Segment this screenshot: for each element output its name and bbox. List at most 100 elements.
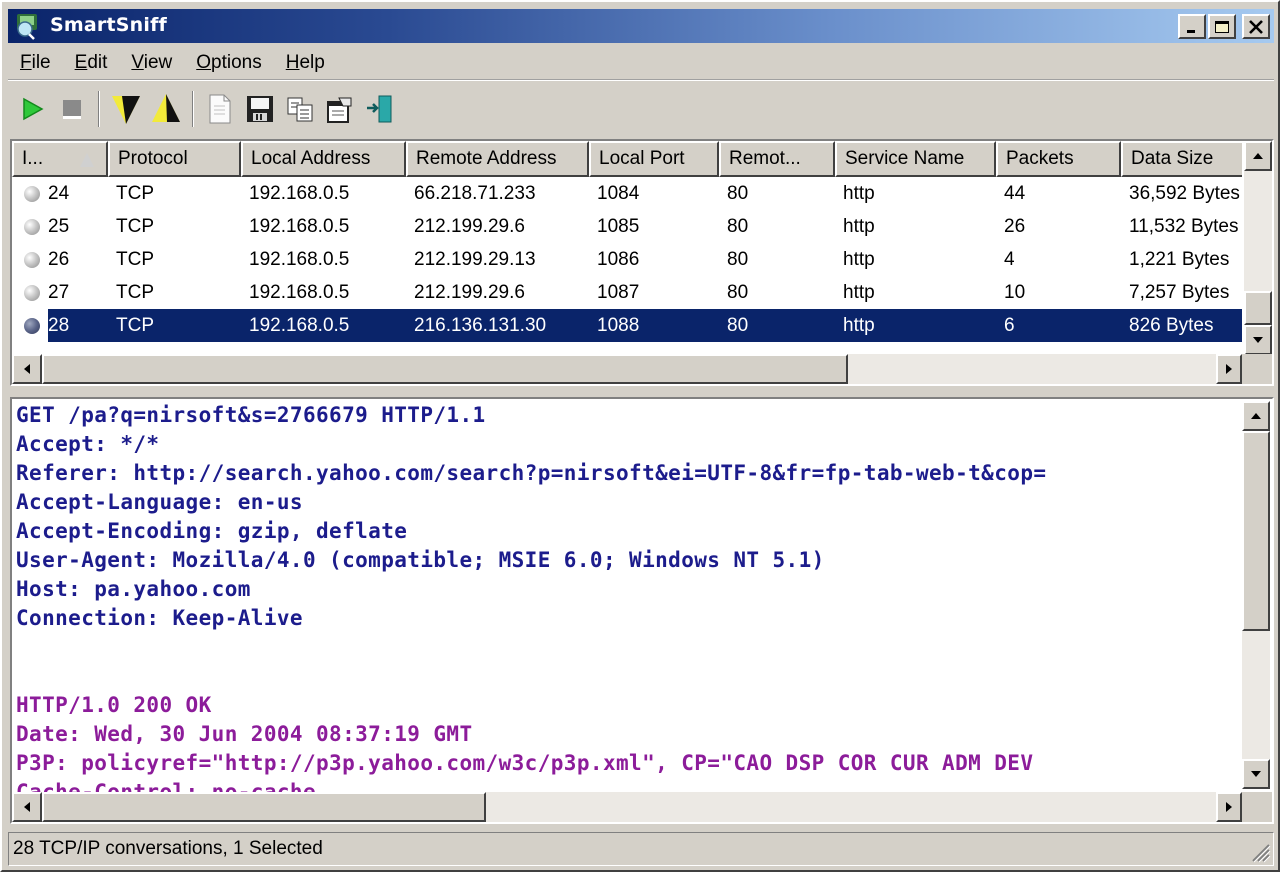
new-document-button[interactable]: [200, 89, 240, 129]
list-horizontal-scroll-track[interactable]: [848, 354, 1218, 384]
list-horizontal-scroll-thumb[interactable]: [42, 354, 848, 384]
filter-down-button[interactable]: [106, 89, 146, 129]
menu-edit[interactable]: Edit: [63, 52, 120, 74]
stream-scroll-down-button[interactable]: [1242, 759, 1270, 789]
stream-scroll-up-button[interactable]: [1242, 401, 1270, 431]
list-scroll-up-button[interactable]: [1244, 141, 1272, 171]
cell-data-size: 1,221 Bytes: [1129, 248, 1230, 270]
maximize-icon: [1215, 20, 1229, 33]
cell-remote-port: 80: [727, 215, 749, 237]
list-scroll-right-button[interactable]: [1216, 354, 1242, 384]
list-scroll-left-button[interactable]: [12, 354, 42, 384]
cell-local-address: 192.168.0.5: [249, 248, 350, 270]
column-label: Service Name: [845, 148, 965, 169]
stream-vertical-scroll-thumb[interactable]: [1242, 431, 1270, 631]
column-header-local-port[interactable]: Local Port: [589, 141, 719, 177]
cell-remote-address: 212.199.29.6: [414, 215, 525, 237]
menu-help[interactable]: Help: [274, 52, 337, 74]
menu-label-rest: dit: [87, 51, 108, 73]
conversations-list[interactable]: I... Protocol Local Address Remote Addre…: [10, 139, 1274, 386]
column-header-packets[interactable]: Packets: [996, 141, 1121, 177]
stream-scroll-left-button[interactable]: [12, 792, 42, 822]
copy-icon: [287, 97, 313, 122]
column-label: Remote Address: [416, 148, 557, 169]
column-label: Data Size: [1131, 148, 1214, 169]
menu-view[interactable]: View: [119, 52, 184, 74]
exit-button[interactable]: [360, 89, 400, 129]
filter-up-button[interactable]: [146, 89, 186, 129]
cell-protocol: TCP: [116, 248, 154, 270]
play-icon: [23, 97, 44, 121]
request-line: [16, 633, 1240, 662]
table-row[interactable]: 27 TCP 192.168.0.5 212.199.29.6 1087 80 http 10…: [12, 276, 1242, 309]
menu-file[interactable]: File: [8, 52, 63, 74]
cell-local-address: 192.168.0.5: [249, 182, 350, 204]
column-label: Protocol: [118, 148, 188, 169]
column-header-service-name[interactable]: Service Name: [835, 141, 996, 177]
menu-accel: F: [20, 51, 32, 73]
connection-status-icon: [24, 186, 40, 202]
table-row[interactable]: 28 TCP 192.168.0.5 216.136.131.30 1088 80 http…: [12, 309, 1242, 342]
arrow-right-icon: [1226, 364, 1232, 374]
cell-service: http: [843, 215, 875, 237]
minimize-icon: [1187, 29, 1195, 33]
column-label: Packets: [1006, 148, 1074, 169]
properties-button[interactable]: [320, 89, 360, 129]
column-header-local-address[interactable]: Local Address: [241, 141, 406, 177]
list-vertical-scroll-thumb[interactable]: [1244, 291, 1272, 325]
cell-data-size: 11,532 Bytes: [1129, 215, 1239, 237]
column-header-index[interactable]: I...: [12, 141, 108, 177]
scroll-corner: [1242, 354, 1272, 384]
cell-remote-port: 80: [727, 281, 749, 303]
table-row[interactable]: 26 TCP 192.168.0.5 212.199.29.13 1086 80 http 4…: [12, 243, 1242, 276]
table-row[interactable]: 24 TCP 192.168.0.5 66.218.71.233 1084 80 http 4…: [12, 177, 1242, 210]
column-header-remote-address[interactable]: Remote Address: [406, 141, 589, 177]
column-header-remote-port[interactable]: Remot...: [719, 141, 835, 177]
stream-scroll-right-button[interactable]: [1216, 792, 1242, 822]
cell-service: http: [843, 314, 875, 336]
request-line: GET /pa?q=nirsoft&s=2766679 HTTP/1.1: [16, 403, 486, 427]
stream-horizontal-scroll-track[interactable]: [486, 792, 1218, 822]
list-scroll-down-button[interactable]: [1244, 325, 1272, 355]
request-line: Accept: */*: [16, 432, 160, 456]
stream-horizontal-scroll-thumb[interactable]: [42, 792, 486, 822]
start-capture-button[interactable]: [12, 89, 52, 129]
connection-status-icon: [24, 219, 40, 235]
resize-grip-icon[interactable]: [1247, 839, 1271, 863]
copy-button[interactable]: [280, 89, 320, 129]
stop-capture-button[interactable]: [52, 89, 92, 129]
cell-remote-address: 212.199.29.13: [414, 248, 536, 270]
arrow-left-icon: [24, 364, 30, 374]
stream-content-pane[interactable]: GET /pa?q=nirsoft&s=2766679 HTTP/1.1 Acce…: [10, 397, 1274, 824]
filter-up-icon: [152, 94, 180, 122]
cell-remote-address: 66.218.71.233: [414, 182, 536, 204]
table-row[interactable]: 25 TCP 192.168.0.5 212.199.29.6 1085 80 http 26…: [12, 210, 1242, 243]
response-line: HTTP/1.0 200 OK: [16, 693, 212, 717]
cell-service: http: [843, 248, 875, 270]
window-title: SmartSniff: [50, 14, 168, 36]
menu-label-rest: ile: [31, 51, 51, 73]
cell-packets: 4: [1004, 248, 1015, 270]
pane-splitter[interactable]: [8, 388, 1274, 396]
column-label: Remot...: [729, 148, 801, 169]
stream-vertical-scroll-track[interactable]: [1242, 631, 1270, 759]
save-button[interactable]: [240, 89, 280, 129]
title-bar[interactable]: SmartSniff: [8, 9, 1274, 43]
arrow-down-icon: [1253, 337, 1263, 343]
cell-packets: 44: [1004, 182, 1026, 204]
request-line: [16, 662, 1240, 691]
arrow-right-icon: [1226, 802, 1232, 812]
close-button[interactable]: [1242, 14, 1270, 39]
maximize-button[interactable]: [1208, 14, 1236, 39]
minimize-button[interactable]: [1178, 14, 1206, 39]
column-header-protocol[interactable]: Protocol: [108, 141, 241, 177]
request-line: Connection: Keep-Alive: [16, 606, 303, 630]
menu-label-rest: iew: [143, 51, 173, 73]
menu-accel: H: [285, 51, 300, 73]
properties-icon: [327, 97, 352, 123]
menu-options[interactable]: Options: [184, 52, 273, 74]
column-header-data-size[interactable]: Data Size: [1121, 141, 1242, 177]
cell-protocol: TCP: [116, 182, 154, 204]
response-line: Date: Wed, 30 Jun 2004 08:37:19 GMT: [16, 722, 473, 746]
cell-local-address: 192.168.0.5: [249, 281, 350, 303]
